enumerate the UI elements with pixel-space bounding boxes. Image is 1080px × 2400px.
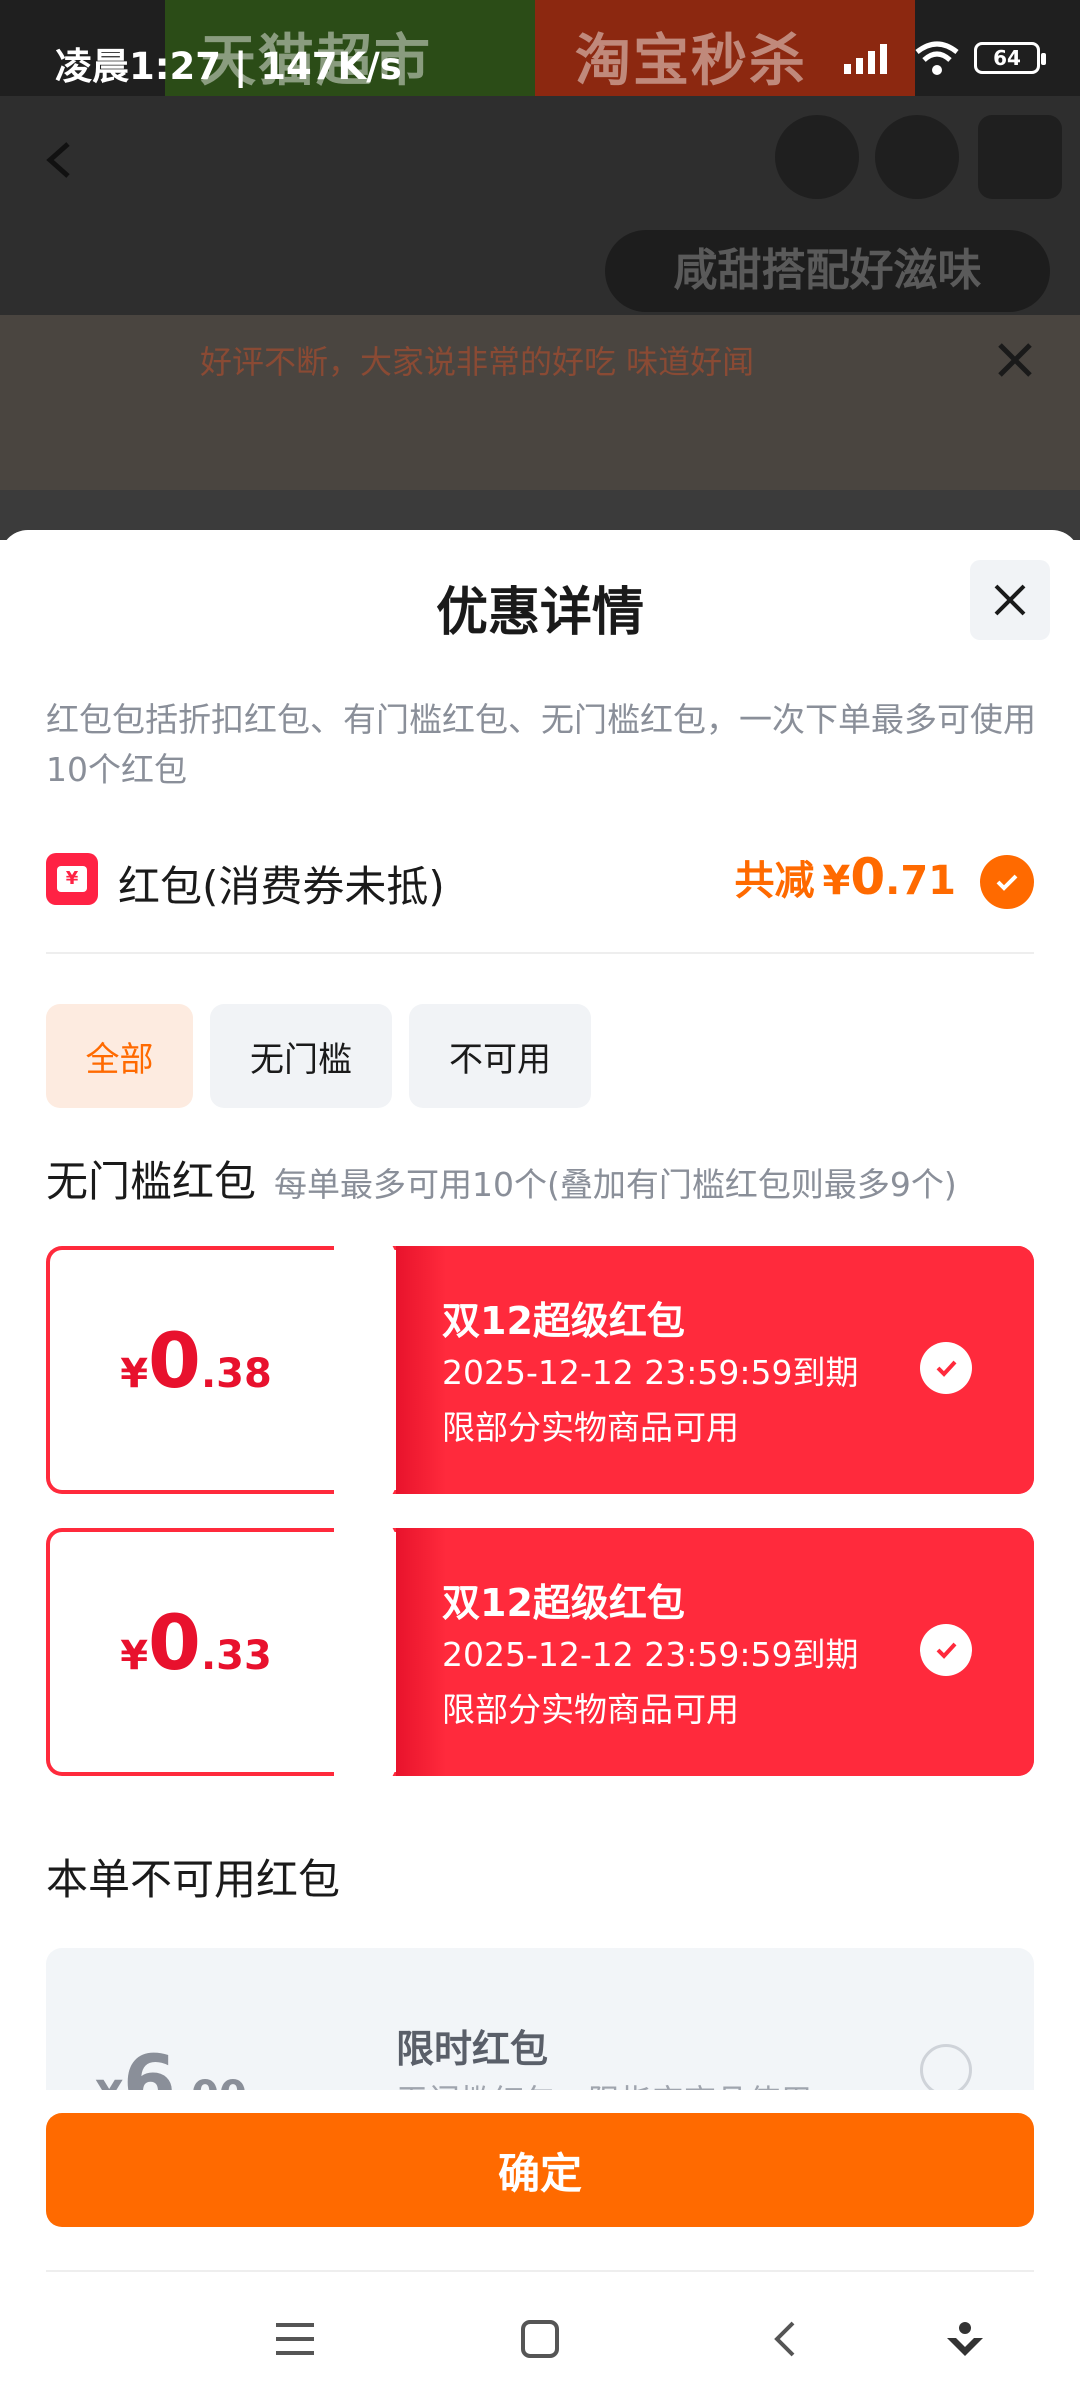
status-time: 凌晨1:27 | 147K/s <box>55 45 402 88</box>
background-notice: 好评不断，大家说非常的好吃 味道好闻 <box>0 315 1080 490</box>
coupon-name: 双12超级红包 <box>442 1299 685 1343</box>
sheet-title: 优惠详情 <box>435 583 644 643</box>
unavailable-coupon-desc: 无门槛红包，限指定商品使用 <box>396 2076 812 2090</box>
unavailable-radio-icon <box>920 2044 972 2090</box>
status-bar: 凌晨1:27 | 147K/s 64 <box>0 0 1080 96</box>
battery-icon: 64 <box>974 42 1046 74</box>
intro-text: 红包包括折扣红包、有门槛红包、无门槛红包，一次下单最多可使用10个红包 <box>46 700 1036 789</box>
more-icon <box>978 115 1062 199</box>
system-navigation-bar <box>0 2272 1080 2400</box>
coupon-card[interactable]: ¥0.38 双12超级红包 2025-12-12 23:59:59到期 限部分实… <box>46 1246 1034 1494</box>
close-icon <box>994 584 1026 616</box>
home-icon[interactable] <box>515 2314 565 2364</box>
assistant-icon[interactable] <box>940 2314 990 2364</box>
section-no-threshold-header: 无门槛红包 每单最多可用10个(叠加有门槛红包则最多9个) <box>46 1148 957 1209</box>
coupon-info-panel: 双12超级红包 2025-12-12 23:59:59到期 限部分实物商品可用 <box>396 1246 1034 1494</box>
cart-icon <box>875 115 959 199</box>
divider <box>46 952 1034 954</box>
section-unavailable-title: 本单不可用红包 <box>46 1855 341 1904</box>
back-icon[interactable] <box>760 2314 810 2364</box>
coupon-info-panel: 双12超级红包 2025-12-12 23:59:59到期 限部分实物商品可用 <box>396 1528 1034 1776</box>
tab-all[interactable]: 全部 <box>46 1004 193 1108</box>
unavailable-coupon-name: 限时红包 <box>396 2027 549 2071</box>
notice-close-icon <box>998 343 1032 377</box>
coupon-card[interactable]: ¥0.33 双12超级红包 2025-12-12 23:59:59到期 限部分实… <box>46 1528 1034 1776</box>
discount-detail-sheet: 优惠详情 红包包括折扣红包、有门槛红包、无门槛红包，一次下单最多可使用10个红包… <box>0 530 1080 2400</box>
hongbao-label: 红包(消费券未抵) <box>118 862 445 911</box>
hongbao-check-icon[interactable] <box>980 855 1034 909</box>
hongbao-total: 共减 ¥0.71 <box>734 848 957 906</box>
signal-icon <box>844 44 887 74</box>
share-icon <box>775 115 859 199</box>
tab-no-threshold[interactable]: 无门槛 <box>210 1004 392 1108</box>
hongbao-icon: ¥ <box>46 853 98 905</box>
coupon-check-icon[interactable] <box>920 1342 972 1394</box>
unavailable-coupon-card: ¥6.00 限时红包 无门槛红包，限指定商品使用 <box>46 1948 1034 2090</box>
coupon-expiry: 2025-12-12 23:59:59到期 <box>442 1353 859 1392</box>
section-title: 无门槛红包 <box>46 1157 257 1206</box>
back-arrow-icon <box>46 142 70 178</box>
coupon-scope: 限部分实物商品可用 <box>442 1408 739 1447</box>
confirm-button[interactable]: 确定 <box>46 2113 1034 2227</box>
notice-text: 好评不断，大家说非常的好吃 味道好闻 <box>200 343 755 381</box>
background-slogan: 咸甜搭配好滋味 <box>605 230 1050 312</box>
coupon-scope: 限部分实物商品可用 <box>442 1690 739 1729</box>
close-button[interactable] <box>970 560 1050 640</box>
menu-icon[interactable] <box>270 2314 320 2364</box>
coupon-check-icon[interactable] <box>920 1624 972 1676</box>
coupon-amount: ¥0.33 <box>120 1598 272 1687</box>
hongbao-summary-row[interactable]: ¥ 红包(消费券未抵) 共减 ¥0.71 <box>46 848 1034 911</box>
coupon-amount: ¥0.38 <box>120 1316 272 1405</box>
status-icons: 64 <box>840 38 1046 78</box>
section-subtitle: 每单最多可用10个(叠加有门槛红包则最多9个) <box>274 1165 957 1204</box>
tab-unavailable[interactable]: 不可用 <box>409 1004 591 1108</box>
filter-tabs: 全部 无门槛 不可用 <box>46 1004 591 1108</box>
coupon-expiry: 2025-12-12 23:59:59到期 <box>442 1635 859 1674</box>
coupon-name: 双12超级红包 <box>442 1581 685 1625</box>
unavailable-coupon-amount: ¥6.00 <box>95 2038 247 2090</box>
wifi-icon <box>915 41 959 75</box>
